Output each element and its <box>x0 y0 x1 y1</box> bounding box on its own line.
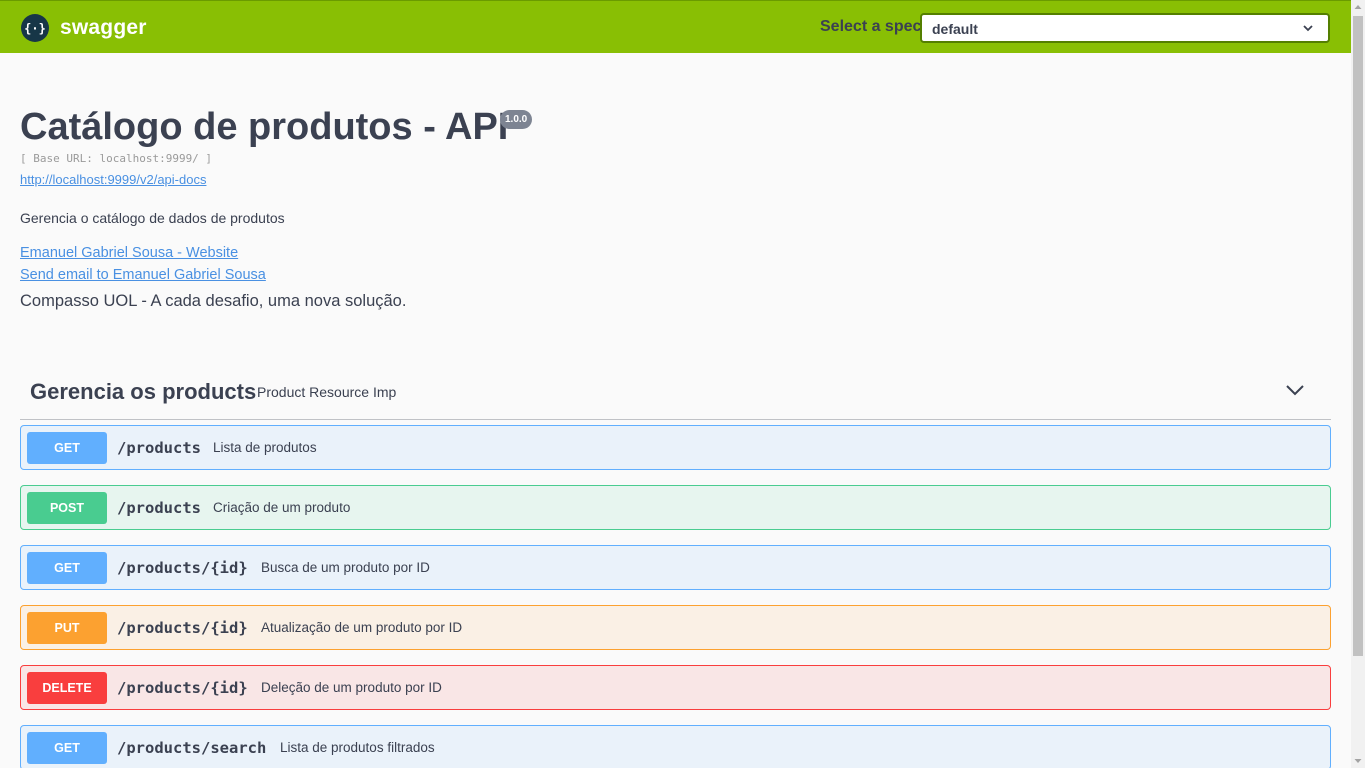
tag-name: Gerencia os products <box>30 379 257 404</box>
operation-delete-product-by-id[interactable]: DELETE /products/{id} Deleção de um prod… <box>20 665 1331 710</box>
tag-description: Product Resource Imp <box>257 384 397 400</box>
collapse-arrow-icon[interactable] <box>1285 383 1305 397</box>
operation-get-products-search[interactable]: GET /products/search Lista de produtos f… <box>20 725 1331 768</box>
operation-summary: Atualização de um produto por ID <box>261 620 463 635</box>
operation-path: /products/{id} <box>117 679 248 697</box>
operation-path: /products <box>117 499 201 517</box>
api-docs-link[interactable]: http://localhost:9999/v2/api-docs <box>20 172 206 187</box>
spec-select-label: Select a spec <box>820 18 922 35</box>
operation-summary: Lista de produtos filtrados <box>280 740 435 755</box>
scroll-up-arrow-icon[interactable] <box>1351 0 1365 14</box>
swagger-logo-icon: {·} <box>21 14 49 42</box>
operation-path: /products/{id} <box>117 619 248 637</box>
version-badge: 1.0.0 <box>500 110 533 129</box>
operation-put-product-by-id[interactable]: PUT /products/{id} Atualização de um pro… <box>20 605 1331 650</box>
swagger-ui-page: {·} swagger Select a spec default Catálo… <box>0 0 1351 768</box>
chevron-down-icon <box>1303 25 1313 32</box>
swagger-brand-link[interactable]: {·} swagger <box>21 14 147 42</box>
scroll-down-arrow-icon[interactable] <box>1351 754 1365 768</box>
license-text: Compasso UOL - A cada desafio, uma nova … <box>20 292 407 310</box>
operation-get-products[interactable]: GET /products Lista de produtos <box>20 425 1331 470</box>
operation-get-product-by-id[interactable]: GET /products/{id} Busca de um produto p… <box>20 545 1331 590</box>
topbar: {·} swagger Select a spec default <box>0 0 1351 53</box>
operation-path: /products/search <box>117 739 267 757</box>
method-badge: POST <box>27 492 107 524</box>
operation-path: /products <box>117 439 201 457</box>
method-badge: GET <box>27 732 107 764</box>
operation-summary: Criação de um produto <box>213 500 351 515</box>
tag-section-header[interactable]: Gerencia os products Product Resource Im… <box>20 366 1331 420</box>
vertical-scrollbar[interactable] <box>1351 0 1365 768</box>
api-description: Gerencia o catálogo de dados de produtos <box>20 210 285 226</box>
contact-website-link[interactable]: Emanuel Gabriel Sousa - Website <box>20 245 238 261</box>
base-url: [ Base URL: localhost:9999/ ] <box>20 152 213 165</box>
operation-summary: Deleção de um produto por ID <box>261 680 442 695</box>
method-badge: DELETE <box>27 672 107 704</box>
operation-path: /products/{id} <box>117 559 248 577</box>
operation-summary: Busca de um produto por ID <box>261 560 430 575</box>
operation-post-products[interactable]: POST /products Criação de um produto <box>20 485 1331 530</box>
spec-select[interactable]: default <box>920 13 1330 43</box>
method-badge: PUT <box>27 612 107 644</box>
svg-text:{·}: {·} <box>24 22 46 36</box>
operation-summary: Lista de produtos <box>213 440 317 455</box>
scrollbar-thumb[interactable] <box>1353 16 1363 656</box>
spec-select-value: default <box>932 21 978 37</box>
brand-name: swagger <box>60 16 147 39</box>
contact-email-link[interactable]: Send email to Emanuel Gabriel Sousa <box>20 267 266 283</box>
method-badge: GET <box>27 432 107 464</box>
api-title: Catálogo de produtos - API <box>20 106 509 148</box>
method-badge: GET <box>27 552 107 584</box>
